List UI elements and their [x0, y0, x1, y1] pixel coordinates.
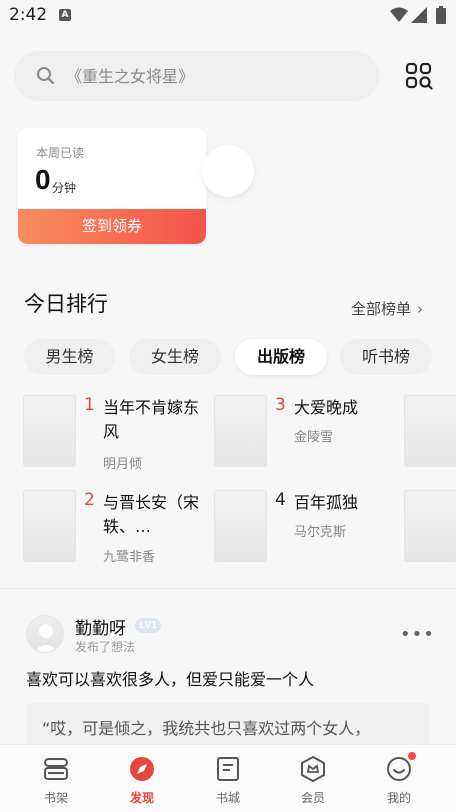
book-cover: [23, 490, 76, 562]
tab-mine[interactable]: 我的: [369, 745, 429, 812]
tab-discover-label: 发现: [129, 791, 154, 805]
signal-icon: [411, 7, 427, 23]
book-item[interactable]: 4 百年孤独 马尔克斯: [214, 490, 394, 570]
category-scan-icon[interactable]: [404, 61, 434, 91]
post-subtitle: 发布了想法: [75, 640, 136, 654]
book-open-icon: [217, 757, 239, 781]
tab-publish[interactable]: 出版榜: [235, 339, 327, 375]
book-title: 大爱晚成: [294, 398, 359, 417]
book-rank: 4: [275, 490, 286, 510]
book-item[interactable]: 1 当年不肯嫁东风 明月倾: [23, 395, 203, 475]
book-author: 九鹭非香: [103, 550, 156, 565]
post-text[interactable]: 喜欢可以喜欢很多人，但爱只能爱一个人: [26, 666, 314, 690]
search-bar[interactable]: [14, 51, 379, 101]
crown-shield-icon: [301, 755, 325, 783]
book-rank: 3: [275, 395, 286, 415]
avatar[interactable]: [26, 615, 64, 653]
battery-icon: [436, 6, 446, 24]
notification-a-icon: A: [59, 9, 71, 21]
weekly-read-value: 0: [35, 164, 51, 195]
weekly-read-unit: 分钟: [52, 181, 77, 195]
book-author: 金陵雪: [294, 430, 334, 445]
section-divider: [0, 588, 456, 589]
book-cover-partial[interactable]: [404, 395, 456, 467]
sign-in-coupon-button[interactable]: 签到领券: [18, 209, 206, 244]
weekly-read-label: 本周已读: [36, 146, 85, 160]
post-quote-text: “哎，可是倾之，我统共也只喜欢过两个女人，: [42, 719, 371, 738]
tab-bookshelf-label: 书架: [43, 791, 68, 805]
default-avatar-icon: [33, 624, 59, 652]
search-icon: [37, 67, 54, 84]
tab-female[interactable]: 女生榜: [129, 339, 221, 375]
post-username[interactable]: 勤勤呀: [75, 614, 126, 639]
tab-discover[interactable]: 发现: [112, 745, 172, 812]
book-cover: [214, 395, 267, 467]
status-bar: 2:42 A: [0, 0, 456, 32]
chevron-right-icon: ›: [417, 300, 424, 318]
more-options-icon[interactable]: •••: [400, 624, 435, 645]
tab-mine-label: 我的: [386, 791, 411, 805]
status-time: 2:42: [9, 5, 48, 25]
book-title: 与晋长安（宋轶、…: [103, 493, 200, 536]
search-input[interactable]: [66, 63, 366, 89]
tab-membership[interactable]: 会员: [283, 745, 343, 812]
book-author: 明月倾: [103, 457, 143, 472]
all-lists-label: 全部榜单: [351, 300, 412, 318]
compass-icon: [130, 757, 154, 781]
tab-bookshelf[interactable]: 书架: [26, 745, 86, 812]
bottom-tab-bar: 书架 发现 书城 会员 我的: [0, 744, 456, 812]
tab-bookstore-label: 书城: [215, 791, 240, 805]
ranking-title: 今日排行: [24, 292, 108, 316]
all-lists-link[interactable]: 全部榜单 ›: [351, 298, 423, 319]
weekly-reading-card[interactable]: 本周已读 0 分钟 签到领券: [18, 128, 206, 244]
tab-male[interactable]: 男生榜: [24, 339, 115, 375]
wifi-icon: [390, 7, 408, 22]
book-title: 当年不肯嫁东风: [103, 398, 200, 441]
book-cover-partial[interactable]: [404, 490, 456, 562]
tab-membership-label: 会员: [300, 791, 325, 805]
bookshelf-icon: [44, 758, 68, 780]
tab-audio[interactable]: 听书榜: [340, 339, 432, 375]
floating-bubble[interactable]: [202, 145, 254, 197]
book-cover: [214, 490, 267, 562]
notification-dot: [408, 752, 416, 760]
book-item[interactable]: 3 大爱晚成 金陵雪: [214, 395, 394, 475]
level-badge: LV1: [135, 618, 161, 633]
book-rank: 1: [84, 395, 95, 415]
book-item[interactable]: 2 与晋长安（宋轶、… 九鹭非香: [23, 490, 203, 570]
book-author: 马尔克斯: [294, 525, 347, 540]
book-cover: [23, 395, 76, 467]
book-title: 百年孤独: [294, 493, 359, 512]
book-rank: 2: [84, 490, 95, 510]
tab-bookstore[interactable]: 书城: [198, 745, 258, 812]
